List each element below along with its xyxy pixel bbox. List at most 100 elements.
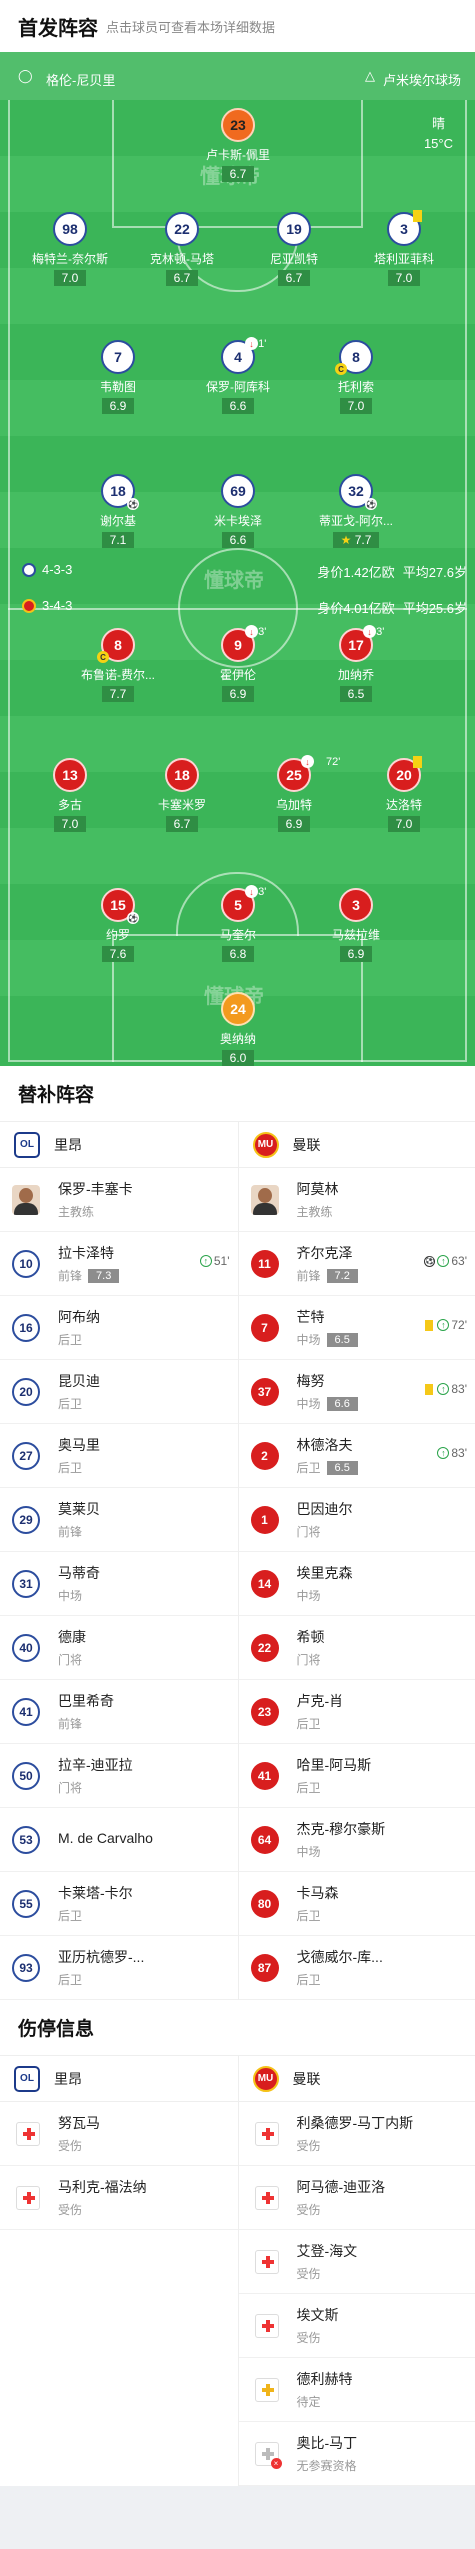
sub-row[interactable]: 29 莫莱贝 前锋	[0, 1488, 238, 1552]
sub-row[interactable]: 7 芒特 中场 6.5 ↑ 72'	[238, 1296, 475, 1360]
player-number: 37	[250, 1377, 279, 1406]
player-mu[interactable]: 13 多古 7.0	[22, 758, 118, 833]
player-number: 18	[110, 483, 126, 499]
coach-name: 保罗-丰塞卡	[58, 1181, 133, 1197]
player-name: 梅特兰-奈尔斯	[32, 252, 108, 266]
player-mu[interactable]: 15 ⚽ 约罗 7.6	[70, 888, 166, 963]
sub-out-icon: ↓	[301, 755, 314, 768]
medical-cross-icon	[254, 2121, 279, 2146]
player-mu[interactable]: 9 ↓ 63' 霍伊伦 6.9	[190, 625, 286, 703]
player-rating: 6.6	[221, 532, 255, 548]
sub-row[interactable]: 50 拉辛-迪亚拉 门将	[0, 1744, 238, 1808]
injury-row[interactable]: 努瓦马 受伤	[0, 2102, 238, 2166]
sub-row[interactable]: 20 昆贝迪 后卫	[0, 1360, 238, 1424]
sub-row[interactable]: 10 拉卡泽特 前锋 7.3 ↑ 51'	[0, 1232, 238, 1296]
player-name: 艾登-海文	[296, 2243, 358, 2259]
player-mu[interactable]: 25 ↓ 72' 乌加特 6.9	[246, 755, 342, 833]
mu-value: 身价4.01亿欧 平均25.6岁	[309, 598, 467, 617]
player-lyon[interactable]: 19 尼亚凯特 6.7	[246, 212, 342, 287]
player-name: 马利克-福法纳	[58, 2179, 147, 2195]
injury-row[interactable]: 利桑德罗-马丁内斯 受伤	[238, 2102, 475, 2166]
injury-row[interactable]: 埃文斯 受伤	[238, 2294, 475, 2358]
player-number: 29	[12, 1505, 40, 1534]
sub-row[interactable]: 55 卡莱塔-卡尔 后卫	[0, 1872, 238, 1936]
player-name: 霍伊伦	[219, 668, 256, 682]
sub-row[interactable]: 41 巴里希奇 前锋	[0, 1680, 238, 1744]
player-mu[interactable]: 18 卡塞米罗 6.7	[134, 758, 230, 833]
team-value: 身价1.42亿欧	[317, 565, 395, 580]
player-mu[interactable]: 17 ↓ 83' 加纳乔 6.5	[308, 625, 404, 703]
player-name: 奥马里	[58, 1437, 100, 1453]
coach-row[interactable]: 阿莫林 主教练	[238, 1168, 475, 1232]
player-name: 卡塞米罗	[157, 798, 206, 812]
referee-name: 格伦-尼贝里	[46, 73, 116, 88]
sub-row[interactable]: 23 卢克-肖 后卫	[238, 1680, 475, 1744]
injuries-title: 伤停信息	[18, 2019, 95, 2040]
sub-row[interactable]: 14 埃里克森 中场	[238, 1552, 475, 1616]
injury-row[interactable]: 艾登-海文 受伤	[238, 2230, 475, 2294]
coach-row[interactable]: 保罗-丰塞卡 主教练	[0, 1168, 238, 1232]
sub-row[interactable]: 22 希顿 门将	[238, 1616, 475, 1680]
sub-minute: 63'	[451, 1254, 467, 1268]
sub-row[interactable]: 40 德康 门将	[0, 1616, 238, 1680]
player-name: 梅努	[296, 1373, 325, 1389]
injury-row[interactable]: 德利赫特 待定	[238, 2358, 475, 2422]
sub-row[interactable]: 53 M. de Carvalho	[0, 1808, 238, 1872]
player-lyon[interactable]: 18 ⚽ 谢尔基 7.1	[70, 474, 166, 549]
sub-minute: 72'	[451, 1318, 467, 1332]
player-name: 达洛特	[385, 798, 422, 812]
injury-row[interactable]: 阿马德-迪亚洛 受伤	[238, 2166, 475, 2230]
player-lyon[interactable]: 7 韦勒图 6.9	[70, 340, 166, 415]
player-mu-gk[interactable]: 24 奥纳纳 6.0	[190, 992, 286, 1066]
sub-in-icon: ↑	[199, 1255, 212, 1267]
sub-row[interactable]: 31 马蒂奇 中场	[0, 1552, 238, 1616]
player-name: 卢卡斯-佩里	[206, 148, 270, 162]
player-lyon-gk[interactable]: 23 卢卡斯-佩里 6.7	[190, 108, 286, 183]
injury-row[interactable]: × 奥比-马丁 无参赛资格	[238, 2422, 475, 2486]
sub-row[interactable]: 93 亚历杭德罗-... 后卫	[0, 1936, 238, 2000]
player-name: 保罗-阿库科	[206, 380, 270, 394]
sub-row[interactable]: 64 杰克-穆尔豪斯 中场	[238, 1808, 475, 1872]
player-name: 埃文斯	[296, 2307, 339, 2323]
player-number: 14	[250, 1569, 279, 1598]
player-lyon[interactable]: 32 ⚽ 蒂亚戈-阿尔... ★ 7.7	[308, 474, 404, 549]
player-rating: 7.7	[101, 686, 135, 702]
player-name: 昆贝迪	[58, 1373, 100, 1389]
sub-row[interactable]: 87 戈德威尔-库... 后卫	[238, 1936, 475, 2000]
sub-row[interactable]: 2 林德洛夫 后卫 6.5 ↑ 83'	[238, 1424, 475, 1488]
sub-row[interactable]: 1 巴因迪尔 门将	[238, 1488, 475, 1552]
mu-crest-icon: MU	[252, 2065, 279, 2092]
player-rating: 7.6	[101, 946, 135, 962]
player-name: 谢尔基	[99, 514, 136, 528]
sub-row[interactable]: 11 齐尔克泽 前锋 7.2 ⚽ ↑ 63'	[238, 1232, 475, 1296]
player-number: 15	[110, 897, 126, 913]
player-lyon[interactable]: 4 ↓ 51' 保罗-阿库科 6.6	[190, 337, 286, 415]
injury-status: 待定	[296, 2395, 321, 2409]
player-rating: 6.7	[221, 166, 255, 182]
pitch: ◯ 格伦-尼贝里 △ 卢米埃尔球场 晴 15°C 懂球帝 懂球帝 懂球帝 23 …	[0, 52, 475, 1066]
player-lyon[interactable]: 22 克林顿-马塔 6.7	[134, 212, 230, 287]
sub-row[interactable]: 37 梅努 中场 6.6 ↑ 83'	[238, 1360, 475, 1424]
sub-row[interactable]: 16 阿布纳 后卫	[0, 1296, 238, 1360]
star-icon: ★	[340, 533, 352, 547]
injury-row[interactable]: 马利克-福法纳 受伤	[0, 2166, 238, 2230]
player-mu[interactable]: 5 ↓ 83' 马奎尔 6.8	[190, 885, 286, 963]
player-mu[interactable]: 20 达洛特 7.0	[356, 756, 452, 833]
medical-cross-icon	[254, 2313, 279, 2338]
sub-row[interactable]: 27 奥马里 后卫	[0, 1424, 238, 1488]
player-lyon[interactable]: 98 梅特兰-奈尔斯 7.0	[22, 212, 118, 287]
whistle-icon: ◯	[18, 68, 33, 83]
sub-row[interactable]: 80 卡马森 后卫	[238, 1872, 475, 1936]
player-number: 3	[400, 221, 408, 237]
player-lyon[interactable]: 3 塔利亚菲科 7.0	[356, 210, 452, 287]
player-lyon[interactable]: 8C 托利索 7.0	[308, 340, 404, 415]
subs-mu: MU 曼联 阿莫林 主教练 11 齐尔克泽 前锋 7.2 ⚽ ↑ 63' 7 芒特 中场 6.5 ↑ 72…	[237, 1122, 475, 2000]
player-mu[interactable]: 3 马兹拉维 6.9	[308, 888, 404, 963]
player-number: 87	[250, 1953, 279, 1982]
sub-minute: 83'	[451, 1446, 467, 1460]
player-number: 5	[234, 897, 242, 913]
sub-row[interactable]: 41 哈里-阿马斯 后卫	[238, 1744, 475, 1808]
player-lyon[interactable]: 69 米卡埃泽 6.6	[190, 474, 286, 549]
player-mu[interactable]: 8C 布鲁诺-费尔... 7.7	[70, 628, 166, 703]
team-header: OL 里昂	[0, 2056, 238, 2102]
